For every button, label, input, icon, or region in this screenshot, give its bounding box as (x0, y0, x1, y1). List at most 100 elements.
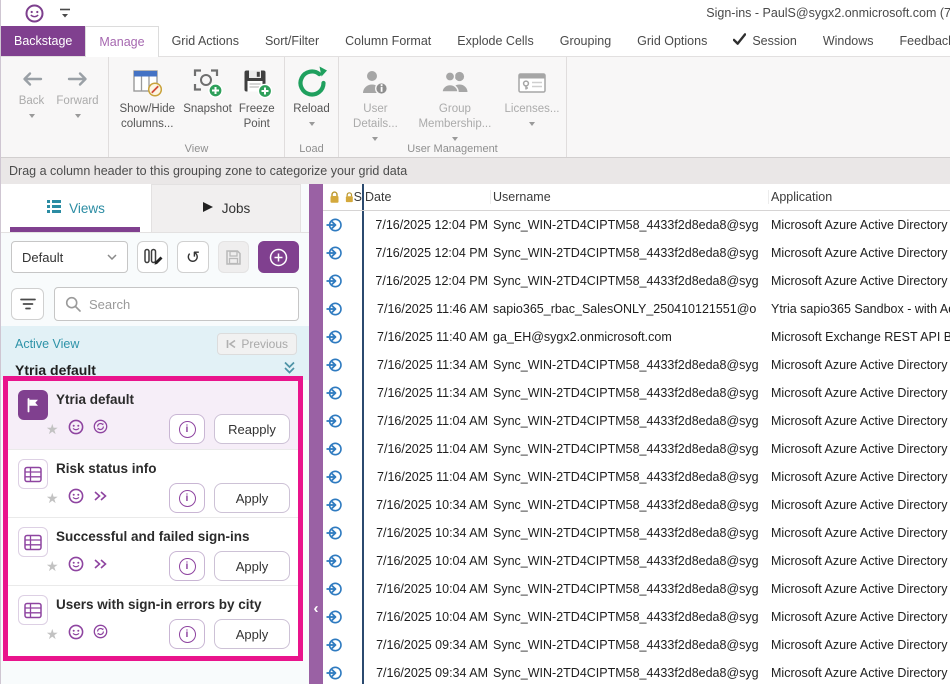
tab-sort-filter[interactable]: Sort/Filter (252, 26, 332, 56)
person-info-icon (360, 64, 390, 102)
cell-date: 7/16/2025 11:04 AM (364, 442, 491, 456)
user-details-button[interactable]: User Details... (343, 59, 408, 141)
reload-button[interactable]: Reload (289, 59, 335, 126)
table-row[interactable]: 7/16/2025 09:34 AMSync_WIN-2TD4CIPTM58_4… (323, 631, 950, 659)
table-row[interactable]: 7/16/2025 12:04 PMSync_WIN-2TD4CIPTM58_4… (323, 239, 950, 267)
star-icon[interactable]: ★ (46, 559, 59, 573)
username-column-header[interactable]: Username (491, 190, 769, 204)
licenses-button[interactable]: Licenses... (502, 59, 562, 126)
tab-grouping[interactable]: Grouping (547, 26, 624, 56)
quick-access-menu-icon[interactable] (58, 6, 72, 20)
tab-views[interactable]: Views (1, 184, 151, 232)
status-column-header[interactable]: S (345, 184, 364, 210)
star-icon[interactable]: ★ (46, 627, 59, 641)
collapse-panel-icon[interactable]: ‹ (309, 600, 323, 618)
table-row[interactable]: 7/16/2025 11:04 AMSync_WIN-2TD4CIPTM58_4… (323, 463, 950, 491)
status-header-label: S (354, 190, 362, 204)
tab-manage[interactable]: Manage (85, 26, 158, 57)
tab-grid-options[interactable]: Grid Options (624, 26, 720, 56)
ytria-logo-icon[interactable] (25, 4, 44, 23)
dropdown-caret-icon[interactable] (75, 114, 81, 118)
snapshot-button[interactable]: Snapshot (182, 59, 234, 117)
sidebar-controls: Default ↺ (1, 233, 309, 321)
table-row[interactable]: 7/16/2025 10:04 AMSync_WIN-2TD4CIPTM58_4… (323, 575, 950, 603)
apply-view-button[interactable]: Apply (214, 483, 290, 513)
dropdown-caret-icon[interactable] (309, 122, 315, 126)
cell-date: 7/16/2025 10:34 AM (364, 526, 491, 540)
table-row[interactable]: 7/16/2025 10:04 AMSync_WIN-2TD4CIPTM58_4… (323, 547, 950, 575)
view-item[interactable]: Users with sign-in errors by city ★ i Ap… (8, 585, 298, 653)
cell-username: Sync_WIN-2TD4CIPTM58_4433f2d8eda8@syg (491, 666, 769, 680)
active-view-panel: Active View Previous Ytria default (1, 326, 309, 380)
tab-column-format[interactable]: Column Format (332, 26, 444, 56)
preset-dropdown[interactable]: Default (11, 241, 128, 273)
table-row[interactable]: 7/16/2025 12:04 PMSync_WIN-2TD4CIPTM58_4… (323, 267, 950, 295)
table-row[interactable]: 7/16/2025 10:34 AMSync_WIN-2TD4CIPTM58_4… (323, 491, 950, 519)
table-row[interactable]: 7/16/2025 11:46 AMsapio365_rbac_SalesONL… (323, 295, 950, 323)
tab-jobs[interactable]: Jobs (151, 184, 301, 232)
date-column-header[interactable]: Date (364, 190, 491, 204)
tab-backstage[interactable]: Backstage (1, 26, 85, 56)
table-row[interactable]: 7/16/2025 11:34 AMSync_WIN-2TD4CIPTM58_4… (323, 351, 950, 379)
table-row[interactable]: 7/16/2025 12:04 PMSync_WIN-2TD4CIPTM58_4… (323, 211, 950, 239)
previous-view-button[interactable]: Previous (217, 333, 297, 355)
view-item[interactable]: Ytria default ★ i Reapply (8, 381, 298, 449)
freeze-point-button[interactable]: Freeze Point (234, 59, 281, 132)
table-row[interactable]: 7/16/2025 11:04 AMSync_WIN-2TD4CIPTM58_4… (323, 435, 950, 463)
table-row[interactable]: 7/16/2025 10:04 AMSync_WIN-2TD4CIPTM58_4… (323, 603, 950, 631)
table-row[interactable]: 7/16/2025 11:34 AMSync_WIN-2TD4CIPTM58_4… (323, 379, 950, 407)
cell-application: Microsoft Azure Active Directory Co (769, 414, 950, 428)
table-row[interactable]: 7/16/2025 11:40 AMga_EH@sygx2.onmicrosof… (323, 323, 950, 351)
tab-feedback[interactable]: Feedback (887, 26, 950, 56)
back-button[interactable]: Back (9, 59, 55, 118)
apply-view-button[interactable]: Apply (214, 619, 290, 649)
reapply-view-button[interactable]: Reapply (214, 414, 290, 444)
grid-header[interactable]: S Date Username Application (323, 184, 950, 211)
sign-in-icon (323, 463, 345, 491)
user-management-group-label: User Management (339, 143, 566, 155)
cell-application: Microsoft Azure Active Directory Co (769, 526, 950, 540)
cell-date: 7/16/2025 10:34 AM (364, 498, 491, 512)
view-info-button[interactable]: i (169, 619, 205, 649)
reload-icon (293, 64, 331, 102)
grouping-zone[interactable]: Drag a column header to this grouping zo… (1, 158, 950, 184)
ribbon-toolbar: Back Forward Show/Hide columns... Snap (1, 56, 950, 158)
search-input[interactable] (89, 297, 288, 312)
search-box[interactable] (54, 287, 299, 321)
edit-columns-button[interactable] (137, 241, 168, 273)
table-row[interactable]: 7/16/2025 11:04 AMSync_WIN-2TD4CIPTM58_4… (323, 407, 950, 435)
tab-windows[interactable]: Windows (810, 26, 887, 56)
table-row[interactable]: 7/16/2025 10:34 AMSync_WIN-2TD4CIPTM58_4… (323, 519, 950, 547)
save-view-button[interactable] (218, 241, 249, 273)
table-row[interactable]: 7/16/2025 09:34 AMSync_WIN-2TD4CIPTM58_4… (323, 659, 950, 684)
card-key-icon (517, 64, 547, 102)
star-icon[interactable]: ★ (46, 491, 59, 505)
dropdown-caret-icon[interactable] (452, 137, 458, 141)
reset-button[interactable]: ↺ (177, 241, 208, 273)
previous-label: Previous (241, 337, 288, 351)
view-item[interactable]: Successful and failed sign-ins ★ i Apply (8, 517, 298, 585)
application-column-header[interactable]: Application (769, 190, 950, 204)
tab-explode-cells[interactable]: Explode Cells (444, 26, 546, 56)
apply-view-button[interactable]: Apply (214, 551, 290, 581)
tab-session[interactable]: Session (720, 26, 809, 56)
tab-grid-actions[interactable]: Grid Actions (159, 26, 252, 56)
dropdown-caret-icon[interactable] (372, 137, 378, 141)
dropdown-caret-icon[interactable] (29, 114, 35, 118)
star-icon[interactable]: ★ (46, 422, 59, 436)
nav-group: Back Forward (1, 57, 109, 157)
view-info-button[interactable]: i (169, 551, 205, 581)
cell-date: 7/16/2025 12:04 PM (364, 246, 491, 260)
view-item[interactable]: Risk status info ★ i Apply (8, 449, 298, 517)
add-view-button[interactable] (258, 241, 299, 273)
panel-splitter[interactable]: ‹ (309, 184, 323, 684)
filter-button[interactable] (11, 288, 44, 320)
view-info-button[interactable]: i (169, 414, 205, 444)
show-hide-columns-button[interactable]: Show/Hide columns... (113, 59, 182, 132)
forward-button[interactable]: Forward (55, 59, 101, 118)
info-icon: i (179, 558, 196, 575)
view-info-button[interactable]: i (169, 483, 205, 513)
dropdown-caret-icon[interactable] (529, 122, 535, 126)
group-membership-button[interactable]: Group Membership... (408, 59, 502, 141)
view-group-label: View (109, 143, 284, 155)
